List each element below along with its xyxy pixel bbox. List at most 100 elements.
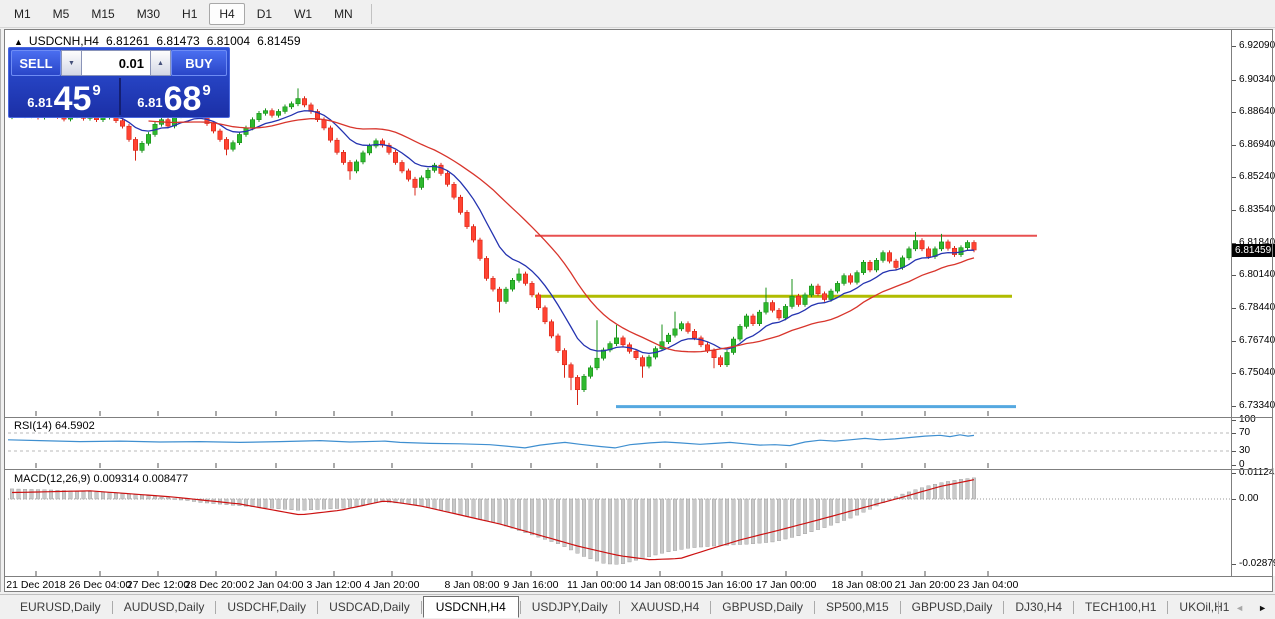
axis-tick	[1232, 46, 1236, 47]
sell-price-sup: 9	[92, 82, 100, 99]
timeframe-button-mn[interactable]: MN	[324, 3, 363, 25]
volume-decrease-button[interactable]: ▼	[61, 50, 82, 76]
scroll-tabs-right-icon[interactable]: ►	[1258, 603, 1267, 613]
axis-label: 6.90340	[1239, 74, 1275, 85]
volume-increase-button[interactable]: ▲	[150, 50, 171, 76]
axis-tick	[1232, 210, 1236, 211]
timeframe-button-w1[interactable]: W1	[284, 3, 322, 25]
axis-label: 6.78440	[1239, 302, 1275, 313]
tab-bar-divider	[1218, 601, 1219, 614]
axis-tick	[1232, 177, 1236, 178]
timeframe-button-m1[interactable]: M1	[4, 3, 41, 25]
tab-separator	[421, 601, 422, 614]
axis-label: 0.00	[1239, 493, 1258, 504]
timeframe-button-h1[interactable]: H1	[172, 3, 207, 25]
pane-separator[interactable]	[5, 417, 1273, 418]
time-axis-label: 15 Jan 16:00	[692, 579, 753, 591]
ohlc-open: 6.81261	[106, 34, 149, 48]
axis-tick	[1232, 373, 1236, 374]
time-axis-label: 8 Jan 08:00	[445, 579, 500, 591]
tab-scroll-controls: ◄ ►	[1218, 595, 1267, 619]
time-axis-label: 2 Jan 04:00	[249, 579, 304, 591]
time-axis-label: 11 Jan 00:00	[567, 579, 627, 591]
chart-symbol-period: USDCNH,H4	[29, 34, 99, 48]
buy-button[interactable]: BUY	[171, 50, 227, 76]
tab-separator	[1003, 601, 1004, 614]
chart-tab-usdchf-daily[interactable]: USDCHF,Daily	[217, 597, 316, 617]
window-left-edge	[0, 29, 1, 592]
timeframe-button-m15[interactable]: M15	[81, 3, 124, 25]
sell-button[interactable]: SELL	[11, 50, 61, 76]
chart-tab-tech100-h1[interactable]: TECH100,H1	[1075, 597, 1166, 617]
axis-tick	[1232, 406, 1236, 407]
axis-tick	[1232, 564, 1236, 565]
timeframe-bar: M1M5M15M30H1H4D1W1MN	[0, 0, 1275, 28]
ma-fast-line	[25, 111, 974, 354]
sell-price-display[interactable]: 6.81 45 9	[9, 76, 119, 117]
axis-label: 6.80140	[1239, 269, 1275, 280]
axis-tick	[1232, 465, 1236, 466]
chart-tab-xauusd-h4[interactable]: XAUUSD,H4	[621, 597, 710, 617]
time-axis: 21 Dec 201826 Dec 04:0027 Dec 12:0028 De…	[5, 577, 1273, 592]
axis-tick	[1232, 451, 1236, 452]
axis-tick	[1232, 420, 1236, 421]
buy-price-big: 68	[164, 86, 202, 114]
tab-separator	[814, 601, 815, 614]
axis-tick	[1232, 473, 1236, 474]
ohlc-low: 6.81004	[207, 34, 250, 48]
tab-separator	[900, 601, 901, 614]
toolbar-separator	[371, 4, 372, 24]
tab-separator	[1167, 601, 1168, 614]
timeframe-button-m5[interactable]: M5	[43, 3, 80, 25]
chart-tab-bar: EURUSD,DailyAUDUSD,DailyUSDCHF,DailyUSDC…	[0, 594, 1275, 619]
time-axis-label: 18 Jan 08:00	[832, 579, 893, 591]
rsi-indicator-label: RSI(14) 64.5902	[14, 420, 95, 432]
tab-separator	[710, 601, 711, 614]
pane-separator[interactable]	[5, 469, 1273, 470]
scroll-tabs-left-icon[interactable]: ◄	[1235, 603, 1244, 613]
axis-tick	[1232, 145, 1236, 146]
timeframe-button-d1[interactable]: D1	[247, 3, 282, 25]
chart-tab-eurusd-daily[interactable]: EURUSD,Daily	[10, 597, 111, 617]
sell-price-big: 45	[54, 86, 92, 114]
chart-tab-usdcnh-h4[interactable]: USDCNH,H4	[423, 596, 519, 618]
axis-label: 100	[1239, 414, 1256, 425]
time-axis-label: 21 Dec 2018	[6, 579, 66, 591]
tab-separator	[520, 601, 521, 614]
axis-label: 6.88640	[1239, 106, 1275, 117]
axis-label: 30	[1239, 445, 1250, 456]
axis-tick	[1232, 341, 1236, 342]
chart-title: ▲USDCNH,H46.812616.814736.810046.81459	[14, 34, 301, 48]
buy-price-prefix: 6.81	[137, 95, 162, 110]
axis-tick	[1232, 112, 1236, 113]
ohlc-high: 6.81473	[156, 34, 199, 48]
one-click-trading-panel: SELL ▼ 0.01 ▲ BUY 6.81 45 9 6.81 68 9	[8, 47, 230, 118]
chart-tab-dj30-h4[interactable]: DJ30,H4	[1005, 597, 1072, 617]
chart-tab-audusd-daily[interactable]: AUDUSD,Daily	[114, 597, 215, 617]
buy-price-display[interactable]: 6.81 68 9	[119, 76, 229, 117]
rsi-pane[interactable]	[8, 418, 1231, 468]
macd-pane[interactable]	[8, 470, 1231, 576]
chart-tab-gbpusd-daily[interactable]: GBPUSD,Daily	[712, 597, 813, 617]
timeframe-button-h4[interactable]: H4	[209, 3, 244, 25]
time-axis-label: 26 Dec 04:00	[69, 579, 131, 591]
time-axis-label: 3 Jan 12:00	[307, 579, 362, 591]
chart-tab-sp500-m15[interactable]: SP500,M15	[816, 597, 899, 617]
volume-input[interactable]: 0.01	[82, 50, 150, 76]
collapse-triangle-icon[interactable]: ▲	[14, 37, 23, 47]
axis-label: -0.028797	[1239, 558, 1275, 569]
time-axis-label: 28 Dec 20:00	[185, 579, 247, 591]
axis-label: 6.86940	[1239, 139, 1275, 150]
axis-tick	[1232, 275, 1236, 276]
tab-separator	[112, 601, 113, 614]
axis-tick	[1232, 80, 1236, 81]
axis-label: 6.83540	[1239, 204, 1275, 215]
axis-label: 6.73340	[1239, 400, 1275, 411]
chart-tab-gbpusd-daily[interactable]: GBPUSD,Daily	[902, 597, 1003, 617]
tab-separator	[1073, 601, 1074, 614]
chart-tab-usdcad-daily[interactable]: USDCAD,Daily	[319, 597, 420, 617]
time-axis-label: 9 Jan 16:00	[504, 579, 559, 591]
chart-tab-usdjpy-daily[interactable]: USDJPY,Daily	[522, 597, 618, 617]
axis-label: 70	[1239, 427, 1250, 438]
timeframe-button-m30[interactable]: M30	[127, 3, 170, 25]
